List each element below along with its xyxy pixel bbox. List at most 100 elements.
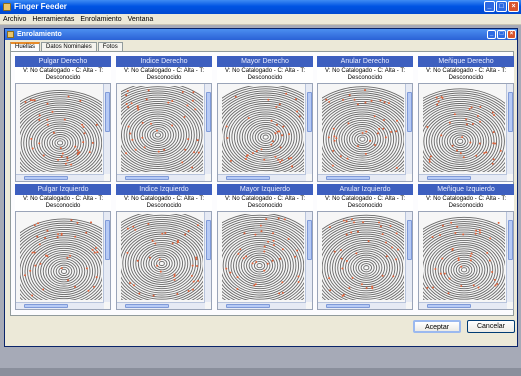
status-line-2: Desconocido	[448, 75, 484, 81]
scroll-thumb[interactable]	[105, 92, 110, 132]
vertical-scrollbar[interactable]	[305, 212, 312, 302]
enrolamiento-window: Enrolamiento _ □ × Huellas Datos Nominal…	[4, 28, 518, 347]
finger-cell[interactable]: Indice Derecho V: No Catalogado - C: Alta…	[116, 56, 212, 182]
vertical-scrollbar[interactable]	[305, 84, 312, 174]
fingerprint-image	[20, 218, 102, 300]
status-line-1: V: No Catalogado - C: Alta - T:	[425, 68, 507, 74]
vertical-scrollbar[interactable]	[506, 84, 513, 174]
finger-cell[interactable]: Pulgar Derecho V: No Catalogado - C: Alta…	[15, 56, 111, 182]
vertical-scrollbar[interactable]	[204, 212, 211, 302]
accept-button[interactable]: Aceptar	[413, 320, 461, 333]
horizontal-scrollbar[interactable]	[218, 174, 306, 181]
fingerprint-image-viewer[interactable]	[317, 83, 413, 182]
finger-cell[interactable]: Meñique Derecho V: No Catalogado - C: Alt…	[418, 56, 514, 182]
fingerprint-image-viewer[interactable]	[116, 83, 212, 182]
close-icon[interactable]: ×	[508, 1, 519, 12]
fingerprint-image	[423, 216, 505, 300]
finger-cell[interactable]: Mayor Izquierdo V: No Catalogado - C: Alt…	[217, 184, 313, 310]
scroll-thumb[interactable]	[105, 220, 110, 260]
vertical-scrollbar[interactable]	[405, 212, 412, 302]
finger-name: Mayor Izquierdo	[217, 184, 313, 195]
child-maximize-icon[interactable]: □	[497, 30, 506, 39]
maximize-icon[interactable]: □	[496, 1, 507, 12]
app-icon	[3, 3, 11, 11]
scroll-thumb[interactable]	[407, 92, 412, 132]
horizontal-scrollbar[interactable]	[218, 302, 306, 309]
fingerprint-image	[121, 86, 203, 172]
scroll-thumb[interactable]	[125, 304, 169, 308]
finger-name: Anular Izquierdo	[317, 184, 413, 195]
scroll-thumb[interactable]	[427, 176, 471, 180]
horizontal-scrollbar[interactable]	[117, 302, 205, 309]
fingerprint-image-viewer[interactable]	[217, 211, 313, 310]
horizontal-scrollbar[interactable]	[419, 302, 507, 309]
status-line-1: V: No Catalogado - C: Alta - T:	[22, 196, 104, 202]
horizontal-scrollbar[interactable]	[16, 174, 104, 181]
scroll-thumb[interactable]	[326, 176, 370, 180]
menu-enrolamiento[interactable]: Enrolamiento	[80, 14, 121, 24]
app-title-bar: Finger Feeder _ □ ×	[0, 0, 521, 14]
menu-archivo[interactable]: Archivo	[3, 14, 26, 24]
scroll-thumb[interactable]	[508, 92, 513, 132]
horizontal-scrollbar[interactable]	[16, 302, 104, 309]
horizontal-scrollbar[interactable]	[318, 174, 406, 181]
horizontal-scrollbar[interactable]	[117, 174, 205, 181]
vertical-scrollbar[interactable]	[103, 84, 110, 174]
finger-cell[interactable]: Meñique Izquierdo V: No Catalogado - C: A…	[418, 184, 514, 310]
scroll-thumb[interactable]	[24, 304, 68, 308]
fingerprint-image-viewer[interactable]	[418, 211, 514, 310]
finger-cell[interactable]: Pulgar Izquierdo V: No Catalogado - C: Al…	[15, 184, 111, 310]
scroll-thumb[interactable]	[125, 176, 169, 180]
status-line-1: V: No Catalogado - C: Alta - T:	[324, 68, 406, 74]
scroll-thumb[interactable]	[307, 92, 312, 132]
finger-cell[interactable]: Mayor Derecho V: No Catalogado - C: Alta …	[217, 56, 313, 182]
scroll-thumb[interactable]	[226, 176, 270, 180]
finger-name: Indice Izquierdo	[116, 184, 212, 195]
scroll-thumb[interactable]	[206, 92, 211, 132]
vertical-scrollbar[interactable]	[405, 84, 412, 174]
scroll-thumb[interactable]	[307, 220, 312, 260]
child-close-icon[interactable]: ×	[507, 30, 516, 39]
fingerprint-image-viewer[interactable]	[418, 83, 514, 182]
menu-bar: Archivo Herramientas Enrolamiento Ventan…	[0, 14, 521, 25]
scroll-thumb[interactable]	[24, 176, 68, 180]
scroll-thumb[interactable]	[206, 220, 211, 260]
child-minimize-icon[interactable]: _	[487, 30, 496, 39]
horizontal-scrollbar[interactable]	[419, 174, 507, 181]
finger-cell[interactable]: Indice Izquierdo V: No Catalogado - C: Al…	[116, 184, 212, 310]
menu-ventana[interactable]: Ventana	[128, 14, 154, 24]
status-line-1: V: No Catalogado - C: Alta - T:	[22, 68, 104, 74]
menu-herramientas[interactable]: Herramientas	[32, 14, 74, 24]
vertical-scrollbar[interactable]	[204, 84, 211, 174]
tab-fotos[interactable]: Fotos	[97, 42, 123, 51]
finger-status: V: No Catalogado - C: Alta - T: Desconoci…	[15, 67, 111, 83]
scroll-thumb[interactable]	[508, 220, 513, 260]
status-line-1: V: No Catalogado - C: Alta - T:	[123, 68, 205, 74]
fingerprint-image-viewer[interactable]	[15, 211, 111, 310]
vertical-scrollbar[interactable]	[506, 212, 513, 302]
fingerprint-image	[322, 214, 404, 300]
scroll-thumb[interactable]	[226, 304, 270, 308]
scroll-thumb[interactable]	[407, 220, 412, 260]
fingerprint-image-viewer[interactable]	[116, 211, 212, 310]
fingerprint-image-viewer[interactable]	[217, 83, 313, 182]
fingerprint-image	[322, 86, 404, 172]
cancel-button[interactable]: Cancelar	[467, 320, 515, 333]
fingerprint-image-viewer[interactable]	[317, 211, 413, 310]
finger-status: V: No Catalogado - C: Alta - T: Desconoci…	[116, 67, 212, 83]
scroll-thumb[interactable]	[326, 304, 370, 308]
tab-datos-nominales[interactable]: Datos Nominales	[41, 42, 97, 51]
fingerprint-image-viewer[interactable]	[15, 83, 111, 182]
fingerprint-image	[20, 89, 102, 172]
finger-status: V: No Catalogado - C: Alta - T: Desconoci…	[15, 195, 111, 211]
horizontal-scrollbar[interactable]	[318, 302, 406, 309]
bottom-scrollbar[interactable]	[0, 368, 521, 376]
scroll-thumb[interactable]	[427, 304, 471, 308]
finger-cell[interactable]: Anular Izquierdo V: No Catalogado - C: Al…	[317, 184, 413, 310]
child-title: Enrolamiento	[17, 31, 62, 38]
finger-name: Indice Derecho	[116, 56, 212, 67]
status-line-1: V: No Catalogado - C: Alta - T:	[324, 196, 406, 202]
finger-cell[interactable]: Anular Derecho V: No Catalogado - C: Alta…	[317, 56, 413, 182]
vertical-scrollbar[interactable]	[103, 212, 110, 302]
minimize-icon[interactable]: _	[484, 1, 495, 12]
